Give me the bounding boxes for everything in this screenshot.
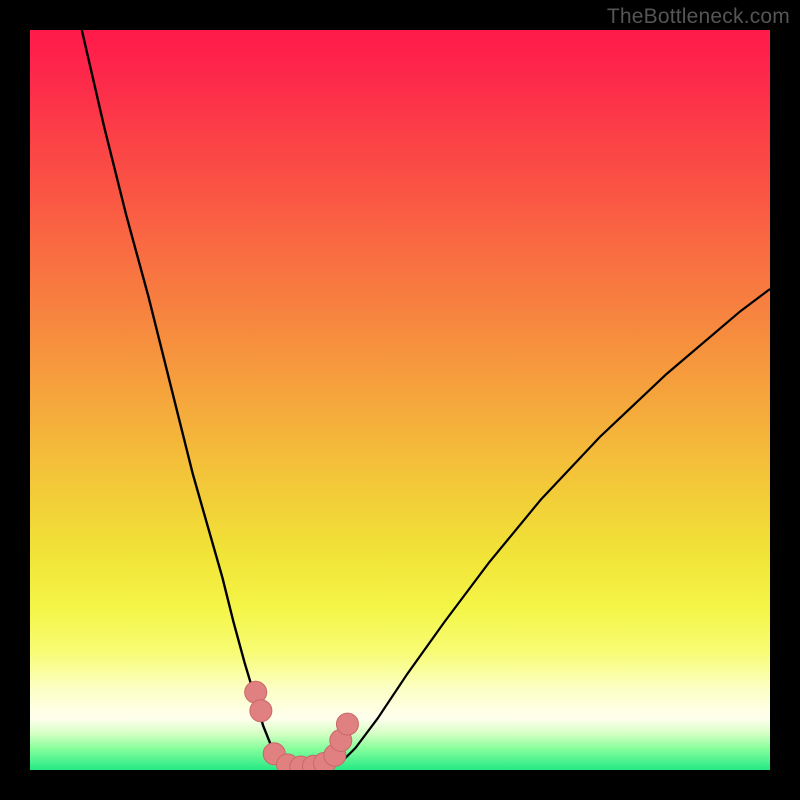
chart-svg	[30, 30, 770, 770]
right-curve	[341, 289, 770, 763]
plot-area	[30, 30, 770, 770]
valley-marker	[336, 713, 358, 735]
watermark-text: TheBottleneck.com	[607, 5, 790, 29]
valley-markers-group	[245, 681, 359, 770]
left-curve	[82, 30, 285, 766]
chart-frame: TheBottleneck.com	[0, 0, 800, 800]
valley-marker	[250, 700, 272, 722]
